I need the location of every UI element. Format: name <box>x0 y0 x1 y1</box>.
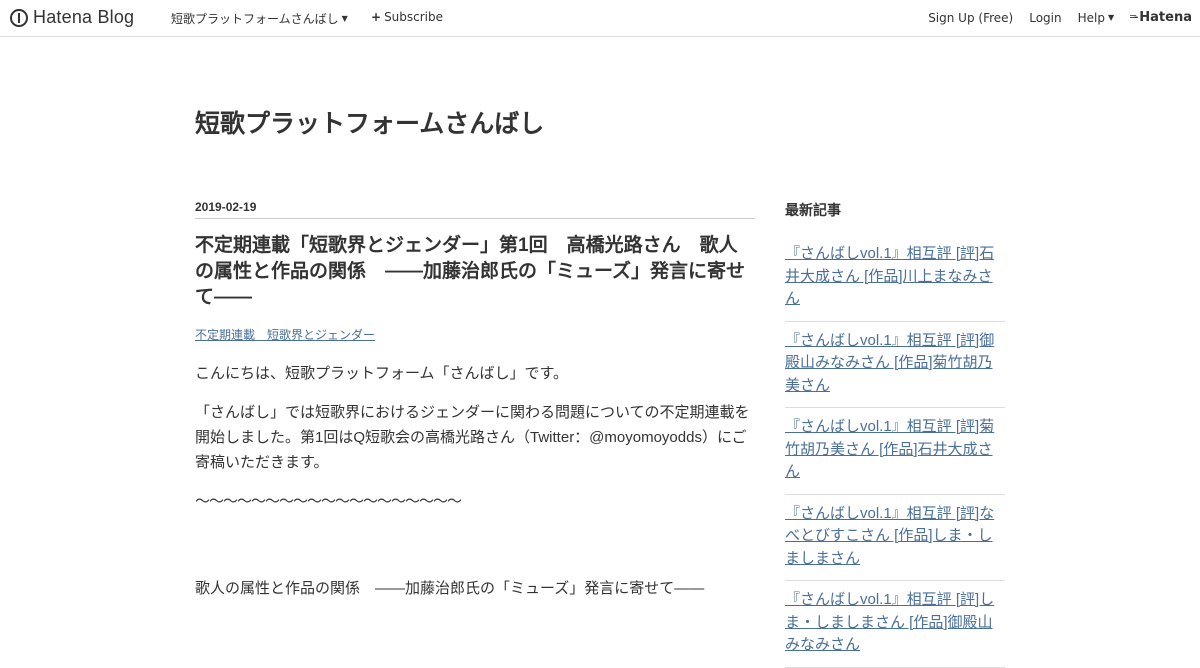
hatena-blog-logo-icon <box>10 8 28 27</box>
blog-title[interactable]: 短歌プラットフォームさんばし <box>195 104 544 140</box>
entry-paragraph: 「さんばし」では短歌界におけるジェンダーに関わる問題についての不定期連載を開始し… <box>195 404 750 471</box>
logo-text: Hatena Blog <box>33 7 135 27</box>
sidebar-title: 最新記事 <box>785 202 841 218</box>
blog-name-label: 短歌プラットフォームさんばし <box>171 12 339 26</box>
sidebar-recent-entries: 最新記事 『さんばしvol.1』相互評 [評]石井大成さん [作品]川上まなみさ… <box>785 200 1005 668</box>
recent-entry-link[interactable]: 『さんばしvol.1』相互評 [評]御殿山みなみさん [作品]菊竹胡乃美さん <box>785 332 994 394</box>
entry-paragraph: こんにちは、短歌プラットフォーム「さんばし」です。 <box>195 365 569 382</box>
recent-entry-link[interactable]: 『さんばしvol.1』相互評 [評]しま・しましまさん [作品]御殿山みなみさん <box>785 591 994 653</box>
entry: 2019-02-19 不定期連載「短歌界とジェンダー」第1回 高橋光路さん 歌人… <box>195 200 755 615</box>
hatena-brand-link[interactable]: ═- Hatena <box>1130 10 1192 25</box>
list-item: 『さんばしvol.1』相互評 [評]なべとびすこさん [作品]しま・しましまさん <box>785 495 1005 581</box>
header-right-nav: Sign Up (Free) Login Help ▼ ═- Hatena <box>912 10 1192 25</box>
login-link[interactable]: Login <box>1029 11 1061 25</box>
brand-label: Hatena <box>1139 10 1192 25</box>
recent-entry-link[interactable]: 『さんばしvol.1』相互評 [評]菊竹胡乃美さん [作品]石井大成さん <box>785 418 994 480</box>
subscribe-button[interactable]: + Subscribe <box>371 10 443 24</box>
global-header: Hatena Blog 短歌プラットフォームさんばし ▼ + Subscribe S… <box>0 0 1200 37</box>
list-item: 『さんばしvol.1』相互評 [評]しま・しましまさん [作品]御殿山みなみさん <box>785 581 1005 668</box>
caret-down-icon: ▼ <box>1107 12 1115 22</box>
recent-entry-link[interactable]: 『さんばしvol.1』相互評 [評]なべとびすこさん [作品]しま・しましまさん <box>785 505 994 567</box>
entry-subheading: 歌人の属性と作品の関係 ――加藤治郎氏の「ミューズ」発言に寄せて―― <box>195 580 705 597</box>
plus-icon: + <box>371 10 382 24</box>
entry-date[interactable]: 2019-02-19 <box>195 200 755 219</box>
caret-down-icon: ▼ <box>341 14 348 23</box>
entry-category-link[interactable]: 不定期連載 短歌界とジェンダー <box>195 326 375 343</box>
hatena-blog-logo[interactable]: Hatena Blog <box>10 7 134 28</box>
list-item: 『さんばしvol.1』相互評 [評]菊竹胡乃美さん [作品]石井大成さん <box>785 408 1005 495</box>
entry-body: こんにちは、短歌プラットフォーム「さんばし」です。 「さんばし」では短歌界におけ… <box>195 361 755 601</box>
help-label: Help <box>1077 10 1105 25</box>
recent-entries-list: 『さんばしvol.1』相互評 [評]石井大成さん [作品]川上まなみさん 『さん… <box>785 235 1005 668</box>
list-item: 『さんばしvol.1』相互評 [評]御殿山みなみさん [作品]菊竹胡乃美さん <box>785 322 1005 408</box>
recent-entry-link[interactable]: 『さんばしvol.1』相互評 [評]石井大成さん [作品]川上まなみさん <box>785 245 994 307</box>
signup-link[interactable]: Sign Up (Free) <box>928 11 1013 25</box>
entry-divider-text: 〜〜〜〜〜〜〜〜〜〜〜〜〜〜〜〜〜〜〜 <box>195 493 462 510</box>
subscribe-label: Subscribe <box>384 10 444 24</box>
blog-name-menu[interactable]: 短歌プラットフォームさんばし ▼ <box>171 10 348 27</box>
hatena-brand-icon: ═- <box>1130 12 1138 23</box>
entry-title[interactable]: 不定期連載「短歌界とジェンダー」第1回 高橋光路さん 歌人の属性と作品の関係 ―… <box>195 233 755 311</box>
help-menu[interactable]: Help ▼ <box>1078 11 1115 25</box>
list-item: 『さんばしvol.1』相互評 [評]石井大成さん [作品]川上まなみさん <box>785 235 1005 322</box>
